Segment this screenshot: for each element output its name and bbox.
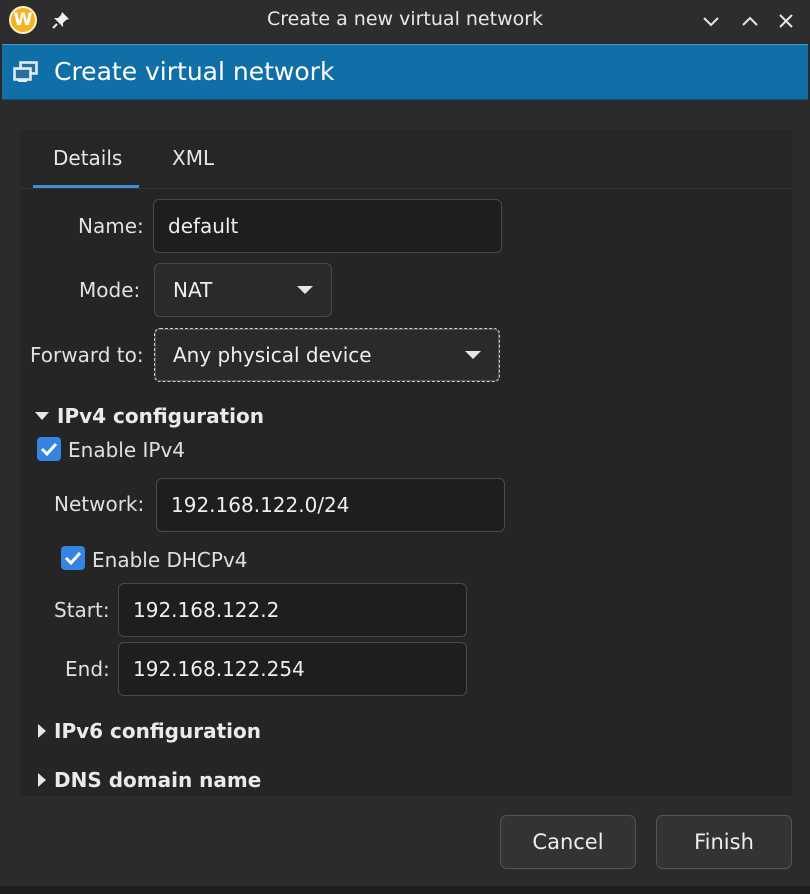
enable-dhcp-label: Enable DHCPv4 <box>92 548 248 572</box>
expander-right-icon <box>38 724 46 738</box>
mode-label: Mode: <box>79 278 141 302</box>
network-label: Network: <box>54 492 145 516</box>
finish-button[interactable]: Finish <box>656 815 792 869</box>
dhcp-end-input[interactable]: 192.168.122.254 <box>118 642 467 696</box>
ipv6-section-label: IPv6 configuration <box>54 719 261 743</box>
forward-value: Any physical device <box>173 343 372 367</box>
enable-ipv4-label: Enable IPv4 <box>68 438 186 462</box>
tab-details[interactable]: Details <box>53 146 122 170</box>
mode-dropdown[interactable]: NAT <box>154 263 332 317</box>
tab-bar: Details XML <box>20 130 792 189</box>
network-icon <box>13 61 38 82</box>
name-label: Name: <box>78 214 144 238</box>
tab-xml[interactable]: XML <box>172 146 214 170</box>
chevron-down-icon <box>465 351 481 359</box>
ipv6-expander[interactable]: IPv6 configuration <box>38 719 261 743</box>
maximize-icon[interactable] <box>739 10 761 32</box>
name-input[interactable]: default <box>153 199 502 253</box>
ipv4-expander[interactable]: IPv4 configuration <box>35 404 264 428</box>
dhcp-start-input[interactable]: 192.168.122.2 <box>118 583 467 637</box>
cancel-button[interactable]: Cancel <box>500 815 636 869</box>
expander-right-icon <box>38 773 46 787</box>
network-input[interactable]: 192.168.122.0/24 <box>156 478 505 532</box>
window-bottom-edge <box>0 886 810 894</box>
enable-dhcp-checkbox[interactable] <box>61 546 85 570</box>
dns-expander[interactable]: DNS domain name <box>38 768 261 792</box>
minimize-icon[interactable] <box>700 10 722 32</box>
forward-dropdown[interactable]: Any physical device <box>154 328 500 382</box>
details-panel: Details XML Name: default Mode: NAT Forw… <box>20 130 792 796</box>
start-label: Start: <box>54 598 110 622</box>
forward-label: Forward to: <box>30 343 144 367</box>
banner-title: Create virtual network <box>54 57 335 86</box>
title-bar: W Create a new virtual network <box>0 0 810 40</box>
active-tab-indicator <box>33 185 139 188</box>
expander-down-icon <box>35 412 49 420</box>
chevron-down-icon <box>297 286 313 294</box>
close-icon[interactable] <box>775 10 797 32</box>
ipv4-section-label: IPv4 configuration <box>57 404 264 428</box>
dns-section-label: DNS domain name <box>54 768 262 792</box>
mode-value: NAT <box>173 278 213 302</box>
window-title: Create a new virtual network <box>266 8 544 30</box>
enable-ipv4-checkbox[interactable] <box>37 437 61 461</box>
header-banner: Create virtual network <box>2 44 808 100</box>
end-label: End: <box>65 657 110 681</box>
